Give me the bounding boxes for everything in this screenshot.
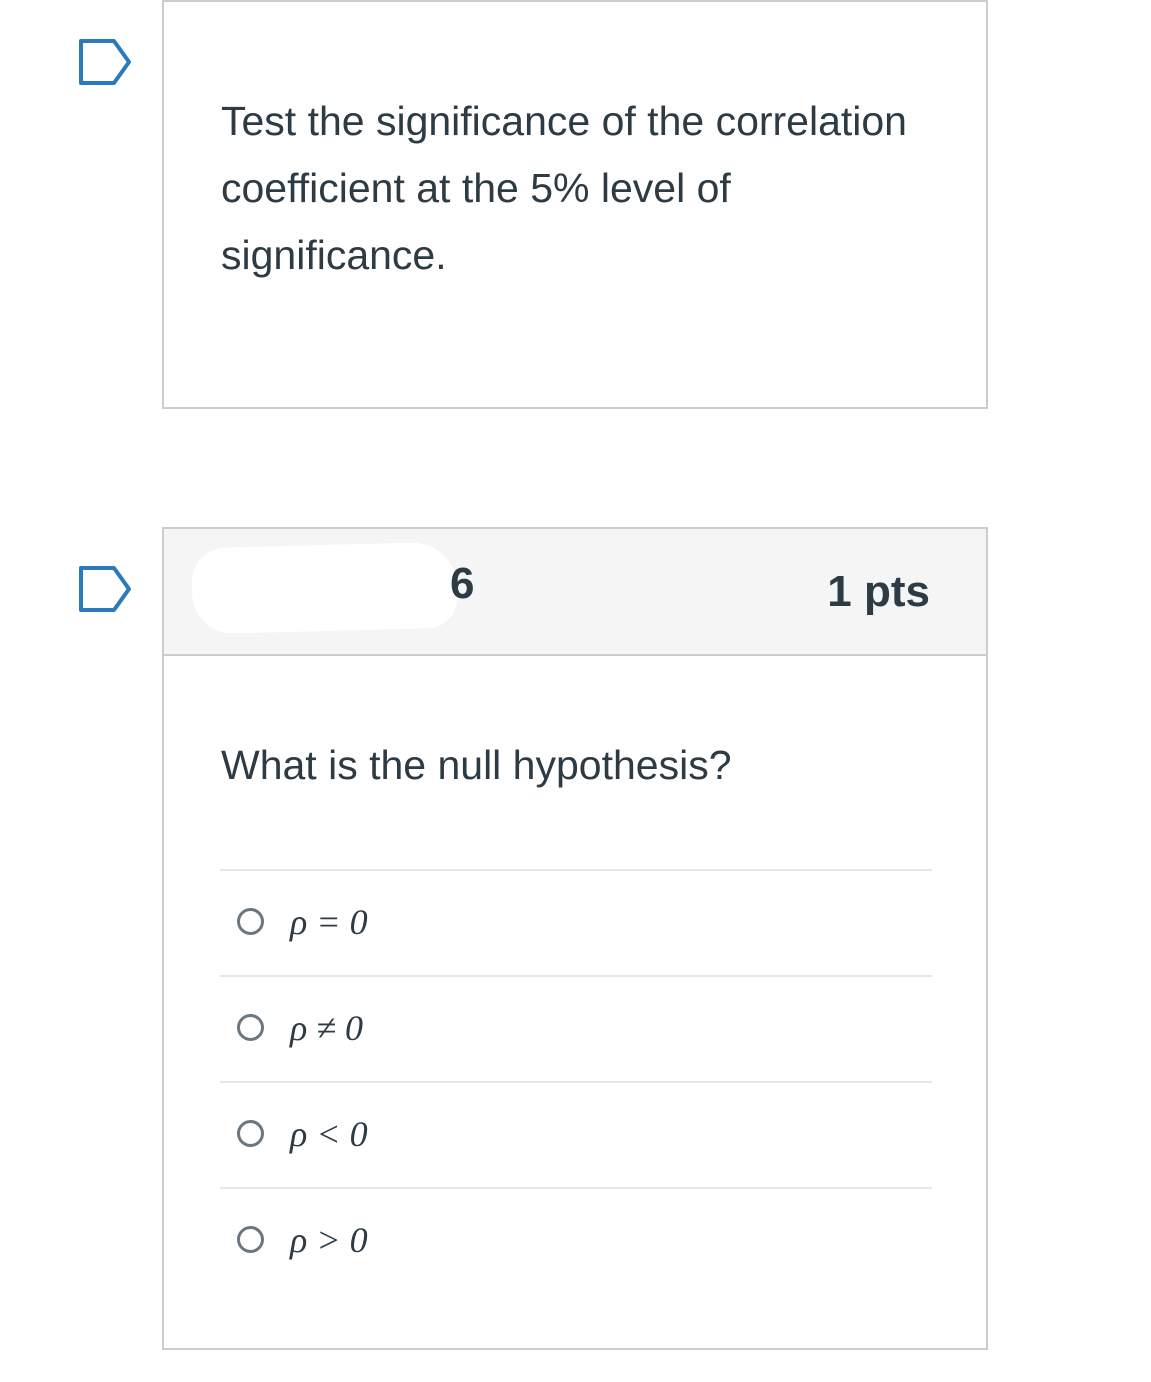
answer-option[interactable]: ρ < 0 xyxy=(220,1081,932,1187)
answer-list: ρ = 0 ρ ≠ 0 ρ < 0 ρ > 0 xyxy=(220,869,932,1293)
question-number: 6 xyxy=(450,559,475,608)
question-header: 6 1 pts xyxy=(164,529,986,656)
radio-button-icon[interactable] xyxy=(237,908,264,935)
radio-button-icon[interactable] xyxy=(237,1014,264,1041)
answer-option[interactable]: ρ = 0 xyxy=(220,869,932,975)
answer-label: ρ < 0 xyxy=(290,1114,368,1154)
question-card-1: Test the significance of the correlation… xyxy=(162,0,988,409)
question-text: Test the significance of the correlation… xyxy=(221,98,907,278)
question-prompt: What is the null hypothesis? xyxy=(221,742,732,788)
redaction-mark xyxy=(190,541,459,635)
radio-button-icon[interactable] xyxy=(237,1226,264,1253)
answer-label: ρ ≠ 0 xyxy=(290,1008,364,1048)
question-card-2: 6 1 pts What is the null hypothesis? ρ =… xyxy=(162,527,988,1350)
flag-question-icon[interactable] xyxy=(78,38,132,86)
flag-question-icon[interactable] xyxy=(78,565,132,613)
answer-label: ρ > 0 xyxy=(290,1220,368,1260)
answer-label: ρ = 0 xyxy=(290,902,368,942)
question-points: 1 pts xyxy=(827,567,930,616)
answer-option[interactable]: ρ > 0 xyxy=(220,1187,932,1293)
answer-option[interactable]: ρ ≠ 0 xyxy=(220,975,932,1081)
radio-button-icon[interactable] xyxy=(237,1120,264,1147)
